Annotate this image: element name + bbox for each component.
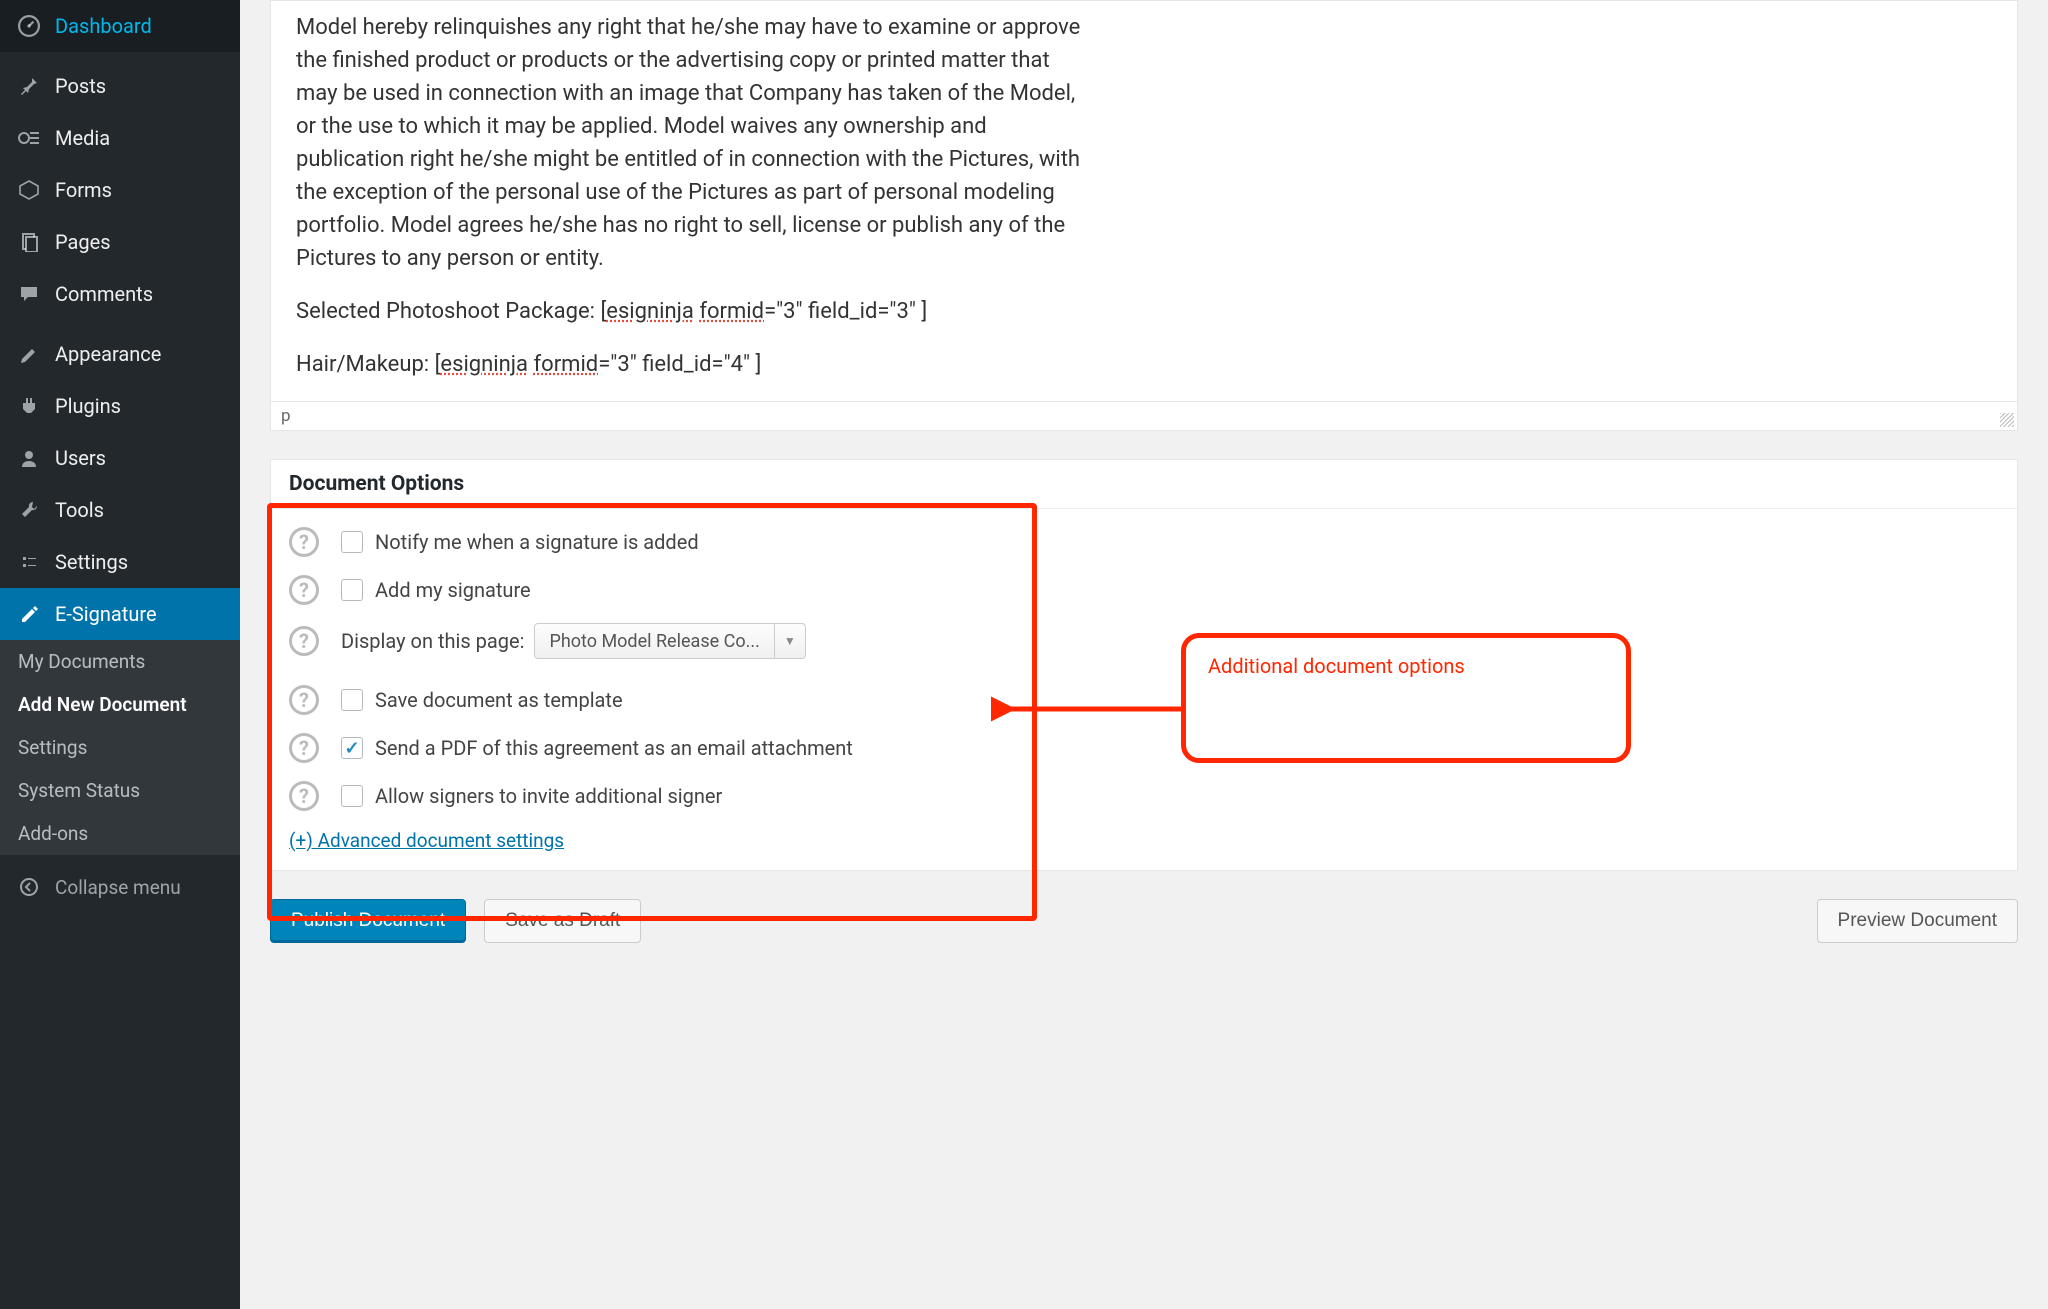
checkbox-add-signature[interactable]: [341, 579, 363, 601]
sidebar-item-esignature[interactable]: E-Signature: [0, 588, 240, 640]
forms-icon: [15, 176, 43, 204]
advanced-settings-link[interactable]: (+) Advanced document settings: [289, 829, 564, 852]
checkbox-allow-invite[interactable]: [341, 785, 363, 807]
sidebar-item-comments[interactable]: Comments: [0, 268, 240, 320]
option-notify-row: ? Notify me when a signature is added: [289, 527, 1999, 557]
submenu-settings[interactable]: Settings: [0, 726, 240, 769]
chevron-down-icon: ▼: [775, 634, 805, 648]
sidebar-item-label: Comments: [55, 282, 153, 306]
annotation-label: Additional document options: [1208, 654, 1465, 678]
help-icon[interactable]: ?: [289, 626, 319, 656]
document-options-box: Document Options ? Notify me when a sign…: [270, 459, 2018, 871]
editor-path: p: [281, 406, 291, 426]
sidebar-item-label: Posts: [55, 74, 106, 98]
editor-box: Model hereby relinquishes any right that…: [270, 0, 2018, 431]
plugins-icon: [15, 392, 43, 420]
option-label: Allow signers to invite additional signe…: [375, 784, 722, 808]
editor-content[interactable]: Model hereby relinquishes any right that…: [271, 1, 2017, 381]
display-on-page-label: Display on this page:: [341, 629, 524, 653]
editor-path-bar: p: [271, 401, 2017, 430]
users-icon: [15, 444, 43, 472]
pin-icon: [15, 72, 43, 100]
sidebar-item-label: Media: [55, 126, 110, 150]
main-content: Model hereby relinquishes any right that…: [240, 0, 2048, 1309]
esignature-icon: [15, 600, 43, 628]
collapse-menu[interactable]: Collapse menu: [0, 861, 240, 913]
action-buttons: Publish Document Save as Draft Preview D…: [270, 899, 2018, 943]
help-icon[interactable]: ?: [289, 733, 319, 763]
submenu-add-new-document[interactable]: Add New Document: [0, 683, 240, 726]
option-save-template-row: ? Save document as template: [289, 685, 1999, 715]
admin-sidebar: Dashboard Posts Media Forms Pages Commen…: [0, 0, 240, 1309]
sidebar-item-settings[interactable]: Settings: [0, 536, 240, 588]
help-icon[interactable]: ?: [289, 527, 319, 557]
help-icon[interactable]: ?: [289, 575, 319, 605]
sidebar-item-label: Plugins: [55, 394, 121, 418]
preview-document-button[interactable]: Preview Document: [1817, 899, 2018, 943]
sidebar-item-label: E-Signature: [55, 602, 157, 626]
sidebar-submenu: My Documents Add New Document Settings S…: [0, 640, 240, 855]
select-value: Photo Model Release Co...: [535, 624, 774, 658]
dashboard-icon: [15, 12, 43, 40]
sidebar-item-pages[interactable]: Pages: [0, 216, 240, 268]
pages-icon: [15, 228, 43, 256]
sidebar-item-media[interactable]: Media: [0, 112, 240, 164]
editor-paragraph: Selected Photoshoot Package: [esigninja …: [296, 295, 1992, 328]
collapse-icon: [15, 873, 43, 901]
option-allow-invite-row: ? Allow signers to invite additional sig…: [289, 781, 1999, 811]
submenu-my-documents[interactable]: My Documents: [0, 640, 240, 683]
submenu-addons[interactable]: Add-ons: [0, 812, 240, 855]
collapse-label: Collapse menu: [55, 876, 181, 899]
sidebar-item-label: Tools: [55, 498, 104, 522]
resize-handle[interactable]: [2000, 413, 2014, 427]
option-label: Send a PDF of this agreement as an email…: [375, 736, 853, 760]
option-label: Add my signature: [375, 578, 531, 602]
sidebar-item-label: Users: [55, 446, 106, 470]
checkbox-notify[interactable]: [341, 531, 363, 553]
editor-paragraph: Model hereby relinquishes any right that…: [296, 11, 1096, 275]
appearance-icon: [15, 340, 43, 368]
sidebar-item-label: Dashboard: [55, 14, 152, 38]
sidebar-item-posts[interactable]: Posts: [0, 60, 240, 112]
checkbox-save-template[interactable]: [341, 689, 363, 711]
option-display-row: ? Display on this page: Photo Model Rele…: [289, 623, 1999, 659]
sidebar-item-label: Appearance: [55, 342, 161, 366]
sidebar-item-users[interactable]: Users: [0, 432, 240, 484]
media-icon: [15, 124, 43, 152]
comments-icon: [15, 280, 43, 308]
option-addsig-row: ? Add my signature: [289, 575, 1999, 605]
option-send-pdf-row: ? Send a PDF of this agreement as an ema…: [289, 733, 1999, 763]
sidebar-item-forms[interactable]: Forms: [0, 164, 240, 216]
option-label: Notify me when a signature is added: [375, 530, 699, 554]
help-icon[interactable]: ?: [289, 781, 319, 811]
sidebar-item-dashboard[interactable]: Dashboard: [0, 0, 240, 52]
tools-icon: [15, 496, 43, 524]
display-page-select[interactable]: Photo Model Release Co... ▼: [534, 623, 805, 659]
sidebar-item-tools[interactable]: Tools: [0, 484, 240, 536]
option-label: Save document as template: [375, 688, 623, 712]
save-draft-button[interactable]: Save as Draft: [484, 899, 641, 943]
submenu-system-status[interactable]: System Status: [0, 769, 240, 812]
document-options-title: Document Options: [271, 460, 2017, 509]
sidebar-item-plugins[interactable]: Plugins: [0, 380, 240, 432]
sidebar-item-label: Forms: [55, 178, 112, 202]
publish-document-button[interactable]: Publish Document: [270, 899, 466, 943]
sidebar-item-appearance[interactable]: Appearance: [0, 328, 240, 380]
editor-paragraph: Hair/Makeup: [esigninja formid="3" field…: [296, 348, 1992, 381]
sidebar-item-label: Pages: [55, 230, 111, 254]
help-icon[interactable]: ?: [289, 685, 319, 715]
sidebar-item-label: Settings: [55, 550, 128, 574]
annotation-callout: Additional document options: [1181, 633, 1631, 763]
settings-icon: [15, 548, 43, 576]
checkbox-send-pdf[interactable]: [341, 737, 363, 759]
